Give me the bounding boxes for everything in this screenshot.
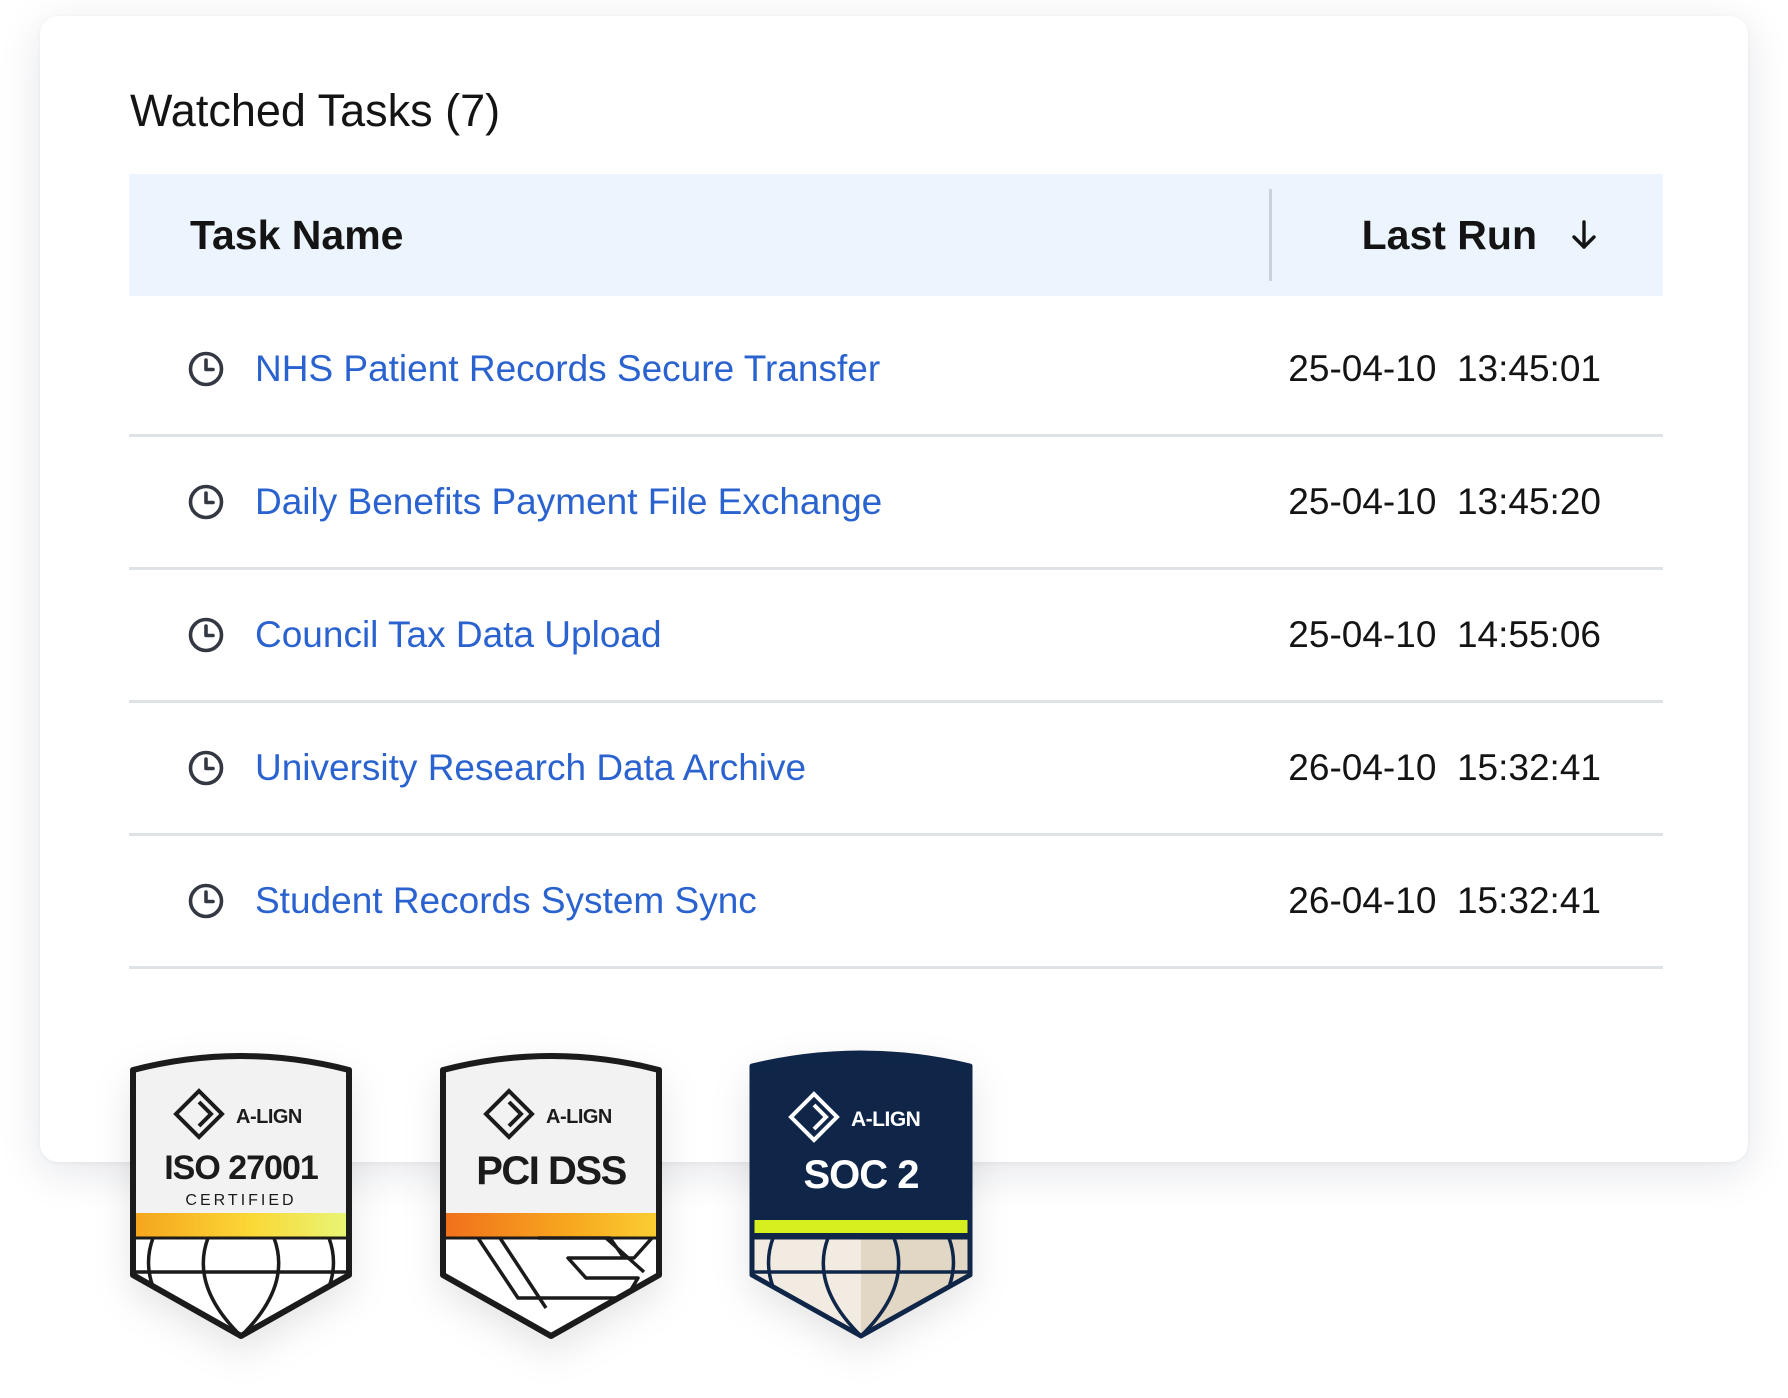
soc-2-badge: A-LIGN SOC 2 xyxy=(748,1050,974,1340)
task-link[interactable]: Student Records System Sync xyxy=(255,836,757,966)
column-header-last-run[interactable]: Last Run xyxy=(1273,174,1663,296)
table-row: Daily Benefits Payment File Exchange 25-… xyxy=(129,437,1663,570)
iso-27001-badge: A-LIGN ISO 27001 CERTIFIED xyxy=(128,1050,354,1340)
table-row: NHS Patient Records Secure Transfer 25-0… xyxy=(129,304,1663,437)
last-run-value: 25-04-10 13:45:20 xyxy=(1288,481,1601,522)
column-divider[interactable] xyxy=(1269,189,1272,281)
badge-title: ISO 27001 xyxy=(164,1149,318,1187)
clock-icon xyxy=(187,483,225,521)
column-header-last-run-label: Last Run xyxy=(1361,211,1537,258)
last-run-value: 26-04-10 15:32:41 xyxy=(1288,747,1601,788)
clock-icon xyxy=(187,882,225,920)
pci-dss-badge: A-LIGN PCI DSS xyxy=(438,1050,664,1340)
last-run-value: 25-04-10 14:55:06 xyxy=(1288,614,1601,655)
badge-brand: A-LIGN xyxy=(851,1108,920,1131)
last-run-value: 25-04-10 13:45:01 xyxy=(1288,348,1601,389)
last-run-value: 26-04-10 15:32:41 xyxy=(1288,880,1601,921)
table-row: Student Records System Sync 26-04-10 15:… xyxy=(129,836,1663,969)
task-link[interactable]: Daily Benefits Payment File Exchange xyxy=(255,437,882,567)
table-row: Council Tax Data Upload 25-04-10 14:55:0… xyxy=(129,570,1663,703)
table-header: Task Name Last Run xyxy=(129,174,1663,296)
clock-icon xyxy=(187,616,225,654)
watched-tasks-card: Watched Tasks (7) Task Name Last Run NHS… xyxy=(40,16,1748,1162)
clock-icon xyxy=(187,749,225,787)
badge-subtitle: CERTIFIED xyxy=(185,1192,296,1209)
task-link[interactable]: NHS Patient Records Secure Transfer xyxy=(255,304,880,434)
clock-icon xyxy=(187,350,225,388)
badge-brand: A-LIGN xyxy=(236,1106,302,1128)
column-header-task-name[interactable]: Task Name xyxy=(190,174,403,296)
task-link[interactable]: Council Tax Data Upload xyxy=(255,570,662,700)
tasks-table: Task Name Last Run NHS Patient Records S… xyxy=(129,174,1663,969)
table-row: University Research Data Archive 26-04-1… xyxy=(129,703,1663,836)
badge-title: PCI DSS xyxy=(476,1149,626,1193)
arrow-down-icon[interactable] xyxy=(1567,218,1601,252)
card-title: Watched Tasks (7) xyxy=(130,85,501,136)
badge-title: SOC 2 xyxy=(803,1153,918,1197)
task-link[interactable]: University Research Data Archive xyxy=(255,703,806,833)
badge-brand: A-LIGN xyxy=(546,1106,612,1128)
